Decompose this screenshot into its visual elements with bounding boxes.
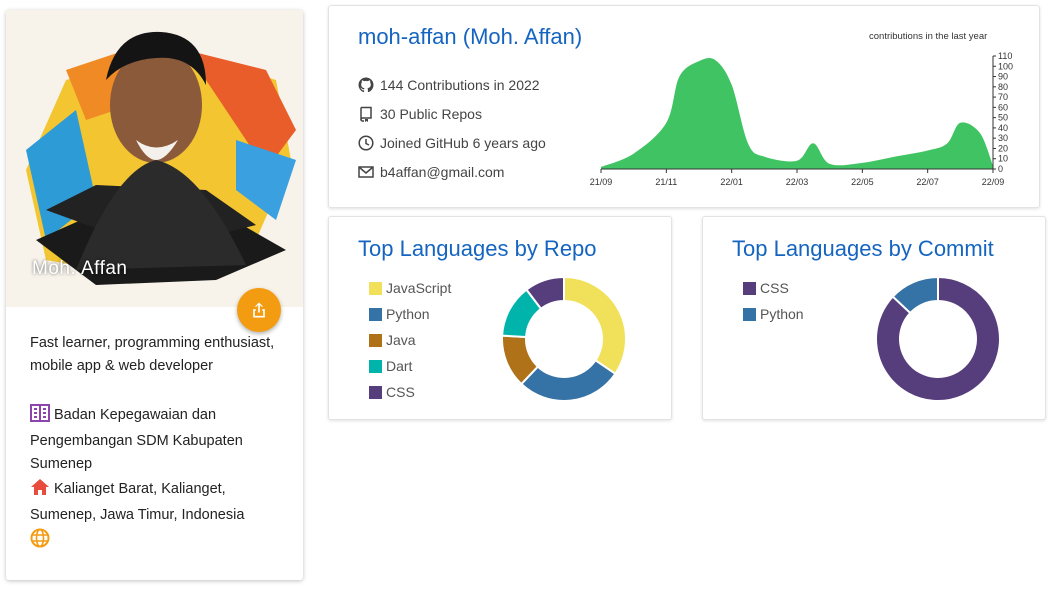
stat-repos: 30 Public Repos xyxy=(358,106,482,122)
legend-label: Python xyxy=(386,306,430,322)
x-tick-label: 22/09 xyxy=(982,177,1005,187)
stat-joined-text: Joined GitHub 6 years ago xyxy=(380,135,546,151)
organization-row: Badan Kepegawaian dan Pengembangan SDM K… xyxy=(30,404,292,476)
y-tick-label: 10 xyxy=(998,154,1008,164)
website-row[interactable] xyxy=(30,528,292,556)
legend-swatch xyxy=(369,385,382,399)
stat-email[interactable]: b4affan@gmail.com xyxy=(358,164,504,180)
legend-swatch xyxy=(369,307,382,321)
organization-text: Badan Kepegawaian dan Pengembangan SDM K… xyxy=(30,407,243,472)
photo-caption: Moh. Affan xyxy=(32,258,128,279)
legend-item-java[interactable]: Java xyxy=(369,327,451,353)
legend-item-css[interactable]: CSS xyxy=(369,379,451,405)
x-tick-label: 22/07 xyxy=(916,177,939,187)
mail-icon xyxy=(358,166,374,178)
legend-item-dart[interactable]: Dart xyxy=(369,353,451,379)
legend-label: Dart xyxy=(386,358,413,374)
y-tick-label: 100 xyxy=(998,61,1013,71)
user-title[interactable]: moh-affan (Moh. Affan) xyxy=(358,24,582,50)
location-text: Kalianget Barat, Kalianget, Sumenep, Jaw… xyxy=(30,481,245,523)
x-tick-label: 22/03 xyxy=(786,177,809,187)
share-button[interactable] xyxy=(237,288,281,332)
languages-by-commit-title: Top Languages by Commit xyxy=(732,236,994,261)
globe-icon[interactable] xyxy=(30,528,50,556)
stat-contributions-text: 144 Contributions in 2022 xyxy=(380,77,540,93)
stat-repos-text: 30 Public Repos xyxy=(380,106,482,122)
legend-item-python[interactable]: Python xyxy=(369,301,451,327)
repo-icon xyxy=(360,106,372,122)
y-tick-label: 80 xyxy=(998,82,1008,92)
building-icon xyxy=(30,404,50,430)
contributions-chart-label: contributions in the last year xyxy=(869,31,988,42)
legend-item-javascript[interactable]: JavaScript xyxy=(369,275,451,301)
legend-label: CSS xyxy=(386,384,415,400)
legend-item-css[interactable]: CSS xyxy=(743,275,804,301)
languages-by-commit-card: Top Languages by Commit CSS Python xyxy=(702,216,1046,420)
legend-item-python[interactable]: Python xyxy=(743,301,804,327)
y-tick-label: 90 xyxy=(998,72,1008,82)
github-icon xyxy=(358,77,374,93)
contributions-area xyxy=(601,57,993,169)
stat-contributions: 144 Contributions in 2022 xyxy=(358,77,540,93)
y-tick-label: 40 xyxy=(998,123,1008,133)
contributions-chart: 0102030405060708090100110 21/09 21/11 22/01… xyxy=(590,51,1013,187)
x-tick-label: 21/09 xyxy=(590,177,613,187)
y-tick-label: 110 xyxy=(998,51,1012,61)
y-tick-label: 60 xyxy=(998,102,1008,112)
x-tick-label: 22/05 xyxy=(851,177,874,187)
x-tick-label: 22/01 xyxy=(720,177,743,187)
y-tick-label: 0 xyxy=(998,164,1003,174)
profile-photo: Moh. Affan xyxy=(6,10,303,307)
legend-swatch xyxy=(743,307,756,321)
location-row: Kalianget Barat, Kalianget, Sumenep, Jaw… xyxy=(30,478,292,527)
languages-by-repo-legend: JavaScript Python Java Dart CSS xyxy=(369,275,451,405)
legend-label: JavaScript xyxy=(386,280,452,296)
share-icon xyxy=(253,302,265,318)
x-tick-label: 21/11 xyxy=(655,177,677,187)
home-icon xyxy=(30,478,50,504)
y-tick-label: 50 xyxy=(998,113,1008,123)
stat-joined: Joined GitHub 6 years ago xyxy=(358,135,546,151)
languages-by-commit-donut xyxy=(875,275,1001,402)
legend-swatch xyxy=(743,281,756,295)
legend-label: CSS xyxy=(760,280,789,296)
y-tick-label: 30 xyxy=(998,133,1008,143)
languages-by-repo-donut xyxy=(501,275,627,402)
legend-swatch xyxy=(369,333,382,347)
languages-by-repo-card: Top Languages by Repo JavaScript Python Ja… xyxy=(328,216,672,420)
legend-label: Java xyxy=(386,332,416,348)
languages-by-commit-legend: CSS Python xyxy=(743,275,804,327)
stat-email-text[interactable]: b4affan@gmail.com xyxy=(380,164,504,180)
legend-swatch xyxy=(369,359,382,373)
y-tick-label: 70 xyxy=(998,92,1008,102)
summary-card: moh-affan (Moh. Affan) 144 Contributions… xyxy=(328,5,1040,208)
profile-bio: Fast learner, programming enthusiast, mo… xyxy=(30,335,275,374)
clock-icon xyxy=(358,135,374,151)
profile-card: Moh. Affan Fast learner, programming ent… xyxy=(6,10,303,580)
y-tick-label: 20 xyxy=(998,143,1008,153)
languages-by-repo-title: Top Languages by Repo xyxy=(358,236,597,261)
legend-label: Python xyxy=(760,306,804,322)
legend-swatch xyxy=(369,281,382,295)
